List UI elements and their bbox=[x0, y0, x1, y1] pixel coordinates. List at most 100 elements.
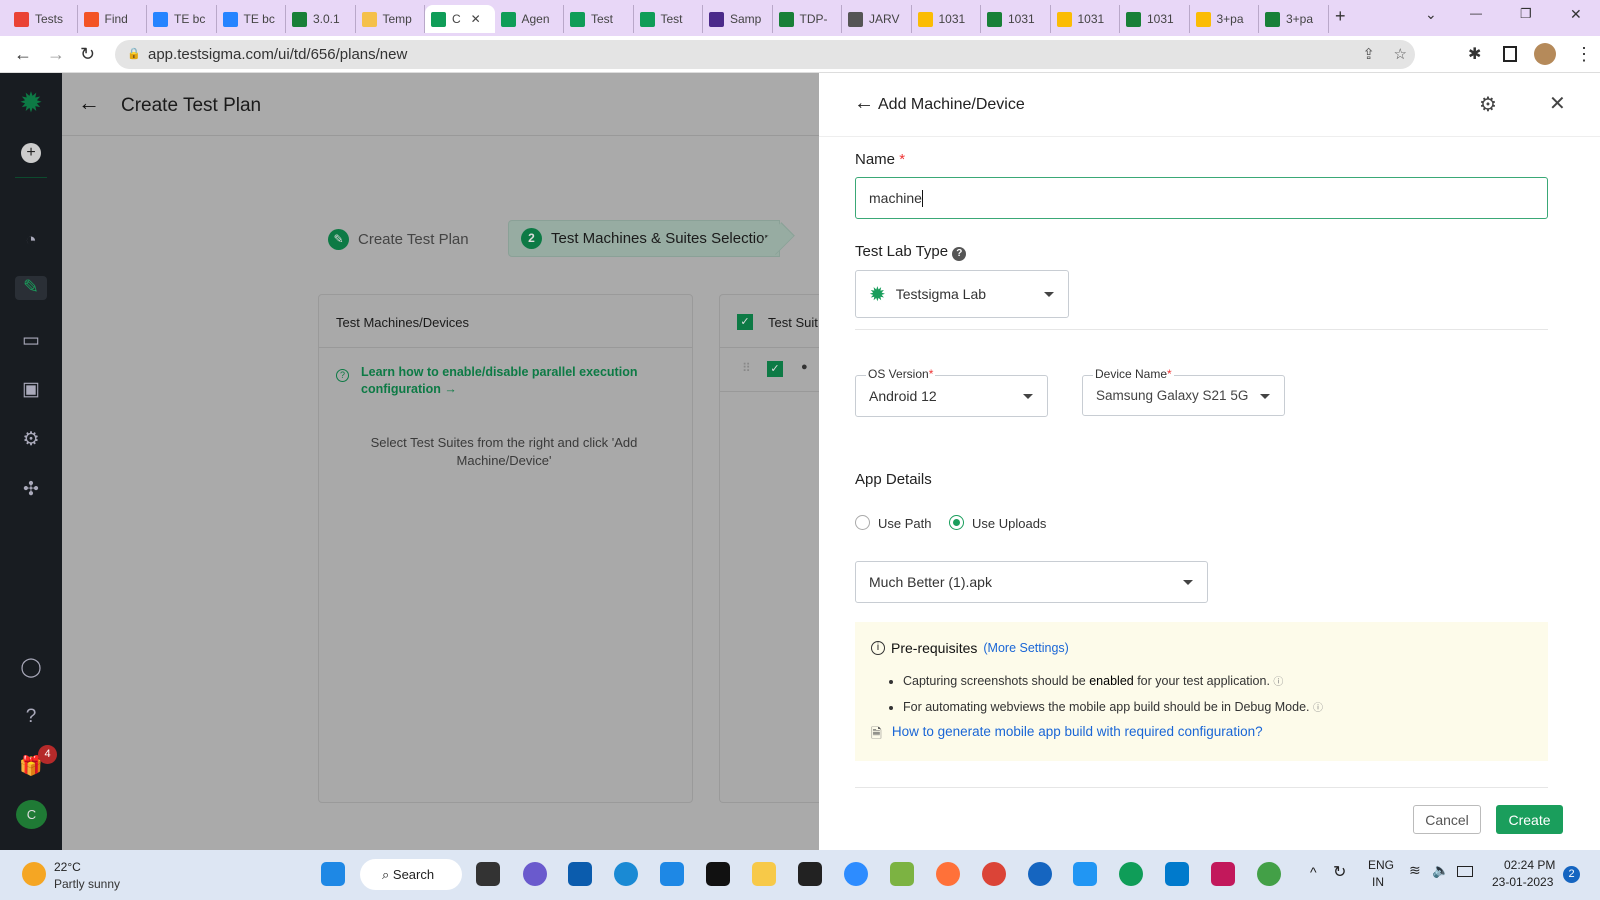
bookmark-star-icon[interactable]: ☆ bbox=[1394, 40, 1407, 69]
close-tab-icon[interactable]: ✕ bbox=[471, 12, 481, 26]
browser-tab[interactable]: Agen bbox=[495, 5, 564, 33]
wifi-icon[interactable]: ≋ bbox=[1409, 862, 1421, 879]
chrome-icon[interactable] bbox=[982, 862, 1006, 886]
browser-tab[interactable]: 1031 bbox=[981, 5, 1051, 33]
browser-tab[interactable]: TE bc bbox=[147, 5, 217, 33]
browser-tab[interactable]: Temp bbox=[356, 5, 425, 33]
browser-tab[interactable]: Samp bbox=[703, 5, 773, 33]
sync-tray-icon[interactable]: ↻ bbox=[1333, 862, 1346, 882]
more-settings-link[interactable]: (More Settings) bbox=[983, 641, 1068, 655]
os-version-select[interactable]: OS Version* Android 12 bbox=[855, 367, 1048, 417]
settings-gear-icon[interactable]: ⚙ bbox=[1479, 92, 1497, 117]
windows-start-icon[interactable] bbox=[321, 862, 345, 886]
browser-tab[interactable]: Test bbox=[634, 5, 703, 33]
browser-tab[interactable]: Find bbox=[78, 5, 147, 33]
volume-icon[interactable]: 🔈 bbox=[1432, 862, 1449, 879]
browser-tab[interactable]: JARV bbox=[842, 5, 912, 33]
browser-tab[interactable]: 3+pa bbox=[1190, 5, 1259, 33]
region[interactable]: IN bbox=[1372, 875, 1384, 889]
browser-tab[interactable]: 1031 bbox=[1051, 5, 1120, 33]
maximize-icon[interactable]: ❐ bbox=[1520, 6, 1532, 22]
tab-search-icon[interactable]: ⌄ bbox=[1425, 6, 1437, 23]
close-icon[interactable]: ✕ bbox=[1549, 91, 1566, 116]
browser-tab[interactable]: TDP- bbox=[773, 5, 842, 33]
tray-chevron-icon[interactable]: ^ bbox=[1310, 864, 1317, 880]
device-name-select[interactable]: Device Name* Samsung Galaxy S21 5G bbox=[1082, 367, 1285, 416]
select-all-checkbox[interactable]: ✓ bbox=[737, 314, 753, 330]
notification-badge[interactable]: 2 bbox=[1563, 866, 1580, 883]
app-icon[interactable] bbox=[1257, 862, 1281, 886]
briefcase-icon[interactable]: ▭ bbox=[19, 329, 43, 353]
step-2-active[interactable]: 2 Test Machines & Suites Selection bbox=[508, 220, 795, 257]
clock-date[interactable]: 23-01-2023 bbox=[1492, 875, 1553, 889]
browser-tab[interactable]: 3.0.1 bbox=[286, 5, 356, 33]
dashboard-icon[interactable]: ◔ bbox=[19, 229, 43, 253]
firefox-icon[interactable] bbox=[936, 862, 960, 886]
step-1[interactable]: ✎ Create Test Plan bbox=[328, 229, 469, 250]
app-upload-select[interactable]: Much Better (1).apk bbox=[855, 561, 1208, 603]
task-view-icon[interactable] bbox=[476, 862, 500, 886]
back-icon[interactable]: ← bbox=[14, 44, 32, 65]
browser-tab[interactable]: Test bbox=[564, 5, 634, 33]
intellij-icon[interactable] bbox=[1211, 862, 1235, 886]
new-tab-icon[interactable]: + bbox=[1335, 6, 1346, 27]
minimize-icon[interactable]: — bbox=[1470, 6, 1482, 20]
tab-label: Temp bbox=[382, 12, 412, 26]
app-icon[interactable] bbox=[890, 862, 914, 886]
url-input[interactable]: 🔒 app.testsigma.com/ui/td/656/plans/new … bbox=[115, 40, 1415, 69]
store-icon[interactable] bbox=[568, 862, 592, 886]
side-panel-icon[interactable] bbox=[1503, 46, 1517, 62]
browser-tab[interactable]: C ✕ bbox=[425, 5, 495, 33]
user-avatar[interactable]: C bbox=[16, 800, 47, 829]
file-explorer-icon[interactable] bbox=[752, 862, 776, 886]
forward-icon[interactable]: → bbox=[47, 44, 65, 65]
sheets-icon bbox=[1126, 11, 1141, 27]
language[interactable]: ENG bbox=[1368, 858, 1394, 872]
cancel-button[interactable]: Cancel bbox=[1413, 805, 1481, 834]
test-lab-type-select[interactable]: ✹ Testsigma Lab bbox=[855, 270, 1069, 318]
testsigma-logo-icon[interactable]: ✹ bbox=[19, 89, 43, 117]
profile-avatar[interactable] bbox=[1534, 43, 1556, 65]
zoom-icon[interactable] bbox=[844, 862, 868, 886]
app-icon[interactable] bbox=[1028, 862, 1052, 886]
addons-puzzle-icon[interactable]: ✣ bbox=[19, 478, 43, 502]
battery-icon[interactable] bbox=[1457, 866, 1473, 877]
add-icon[interactable]: + bbox=[21, 143, 41, 163]
menu-icon[interactable]: ⋮ bbox=[1575, 44, 1593, 65]
drag-handle-icon[interactable]: ⠿ bbox=[742, 361, 751, 375]
taskbar-search[interactable]: ⌕ Search bbox=[360, 859, 462, 890]
devices-icon[interactable]: ▣ bbox=[19, 378, 43, 402]
terminal-icon[interactable] bbox=[706, 862, 730, 886]
share-icon[interactable]: ⇪ bbox=[1362, 40, 1375, 69]
browser-tab[interactable]: 3+pa bbox=[1259, 5, 1329, 33]
browser-tab[interactable]: 1031 bbox=[1120, 5, 1190, 33]
vscode-icon[interactable] bbox=[1165, 862, 1189, 886]
browser-tab[interactable]: 1031 bbox=[912, 5, 981, 33]
name-input[interactable]: machine bbox=[855, 177, 1548, 219]
settings-icon[interactable]: ⚙ bbox=[19, 428, 43, 452]
extensions-icon[interactable]: ✱ bbox=[1468, 44, 1481, 64]
suite-checkbox[interactable]: ✓ bbox=[767, 361, 783, 377]
browser-tab[interactable]: Tests bbox=[8, 5, 78, 33]
back-arrow-icon[interactable]: ← bbox=[78, 90, 100, 116]
edge-icon[interactable] bbox=[614, 862, 638, 886]
reload-icon[interactable]: ↻ bbox=[80, 44, 95, 65]
create-button[interactable]: Create bbox=[1496, 805, 1563, 834]
sync-icon[interactable]: ◯ bbox=[19, 656, 43, 680]
use-path-radio[interactable] bbox=[855, 515, 870, 530]
clock-time[interactable]: 02:24 PM bbox=[1504, 858, 1555, 872]
test-development-icon[interactable]: ✎ bbox=[15, 276, 47, 300]
use-uploads-radio[interactable] bbox=[949, 515, 964, 530]
build-config-help-link[interactable]: How to generate mobile app build with re… bbox=[892, 724, 1263, 747]
window-close-icon[interactable]: ✕ bbox=[1570, 6, 1582, 23]
parallel-execution-help-link[interactable]: Learn how to enable/disable parallel exe… bbox=[361, 364, 641, 398]
browser-tab[interactable]: TE bc bbox=[217, 5, 286, 33]
mail-icon[interactable] bbox=[660, 862, 684, 886]
help-icon[interactable]: ? bbox=[19, 705, 43, 729]
back-arrow-icon[interactable]: ← bbox=[854, 92, 874, 115]
temperature: 22°C bbox=[54, 860, 81, 874]
chrome-profile-icon[interactable] bbox=[1119, 862, 1143, 886]
teams-icon[interactable] bbox=[523, 862, 547, 886]
sticky-notes-icon[interactable] bbox=[798, 862, 822, 886]
app-icon[interactable] bbox=[1073, 862, 1097, 886]
